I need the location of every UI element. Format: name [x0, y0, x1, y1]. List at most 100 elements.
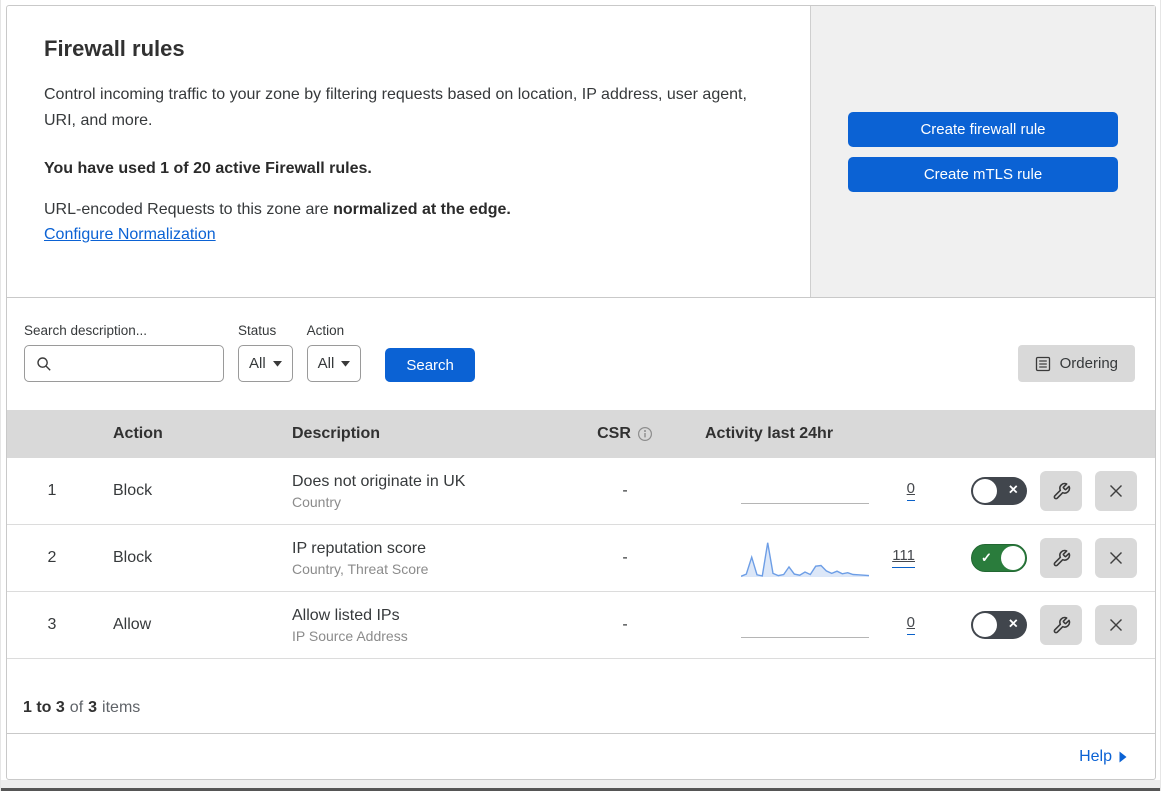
rule-priority: 3	[47, 616, 57, 633]
search-button[interactable]: Search	[385, 348, 475, 382]
rule-controls: ×	[945, 605, 1155, 645]
ordering-button-label: Ordering	[1059, 355, 1118, 372]
toggle-knob	[973, 613, 997, 637]
rule-criteria: Country, Threat Score	[292, 560, 429, 577]
rule-activity-cell: 0	[685, 604, 945, 646]
column-header-activity: Activity last 24hr	[705, 425, 834, 442]
rule-priority: 1	[47, 482, 57, 499]
configure-normalization-link[interactable]: Configure Normalization	[44, 226, 216, 244]
items-count: 1 to 3 of 3 items	[23, 699, 140, 717]
arrow-right-icon	[1119, 751, 1127, 763]
table-row: 1 Block Does not originate in UK Country…	[7, 458, 1155, 525]
activity-count-link[interactable]: 111	[892, 547, 915, 569]
action-filter-group: Action All	[306, 323, 362, 382]
close-icon	[1106, 615, 1126, 635]
rule-csr-value: -	[622, 482, 628, 499]
search-icon	[36, 356, 52, 372]
status-select[interactable]: All	[238, 345, 293, 382]
items-label: items	[102, 699, 141, 716]
items-range: 1 to 3	[23, 699, 65, 716]
rule-priority: 2	[47, 549, 57, 566]
delete-rule-button[interactable]	[1095, 471, 1137, 511]
items-total: 3	[88, 699, 98, 716]
column-header-action: Action	[113, 425, 163, 442]
help-link-label: Help	[1079, 747, 1112, 765]
rule-controls: ✓	[945, 538, 1155, 578]
rule-csr-value: -	[622, 616, 628, 633]
pagination-footer: 1 to 3 of 3 items	[7, 659, 1155, 734]
rule-description: Does not originate in UK	[292, 472, 466, 490]
items-of: of	[69, 699, 84, 716]
status-filter-group: Status All	[238, 323, 293, 382]
rule-criteria: Country	[292, 493, 342, 510]
header-section: Firewall rules Control incoming traffic …	[7, 6, 1155, 298]
close-icon	[1106, 481, 1126, 501]
activity-count-link[interactable]: 0	[906, 480, 915, 502]
status-select-value: All	[249, 355, 266, 372]
rule-enabled-toggle[interactable]: ×	[971, 611, 1027, 639]
delete-rule-button[interactable]	[1095, 605, 1137, 645]
activity-sparkline-empty	[741, 604, 869, 646]
wrench-icon	[1052, 482, 1071, 501]
rule-controls: ×	[945, 471, 1155, 511]
column-header-description: Description	[292, 425, 381, 442]
action-select-value: All	[317, 355, 335, 372]
action-select[interactable]: All	[306, 345, 362, 382]
firewall-rules-panel: Firewall rules Control incoming traffic …	[6, 5, 1156, 780]
status-label: Status	[238, 323, 277, 338]
table-header: Action Description CSR Activity last 24h…	[7, 410, 1155, 458]
wrench-icon	[1052, 549, 1071, 568]
toggle-knob	[973, 479, 997, 503]
search-input-wrapper	[24, 345, 224, 382]
rule-activity-cell: 111	[685, 537, 945, 579]
edit-rule-button[interactable]	[1040, 471, 1082, 511]
chevron-down-icon	[272, 360, 282, 367]
rule-description-cell: Allow listed IPs IP Source Address	[272, 607, 565, 644]
column-header-csr: CSR	[565, 425, 685, 443]
page-title: Firewall rules	[44, 36, 185, 61]
ordering-list-icon	[1035, 356, 1051, 372]
edit-rule-button[interactable]	[1040, 538, 1082, 578]
usage-note: You have used 1 of 20 active Firewall ru…	[44, 159, 372, 177]
search-input[interactable]	[60, 355, 215, 372]
toggle-state-icon: ×	[1008, 481, 1018, 499]
intro-block: Firewall rules Control incoming traffic …	[7, 6, 811, 297]
create-mtls-rule-button[interactable]: Create mTLS rule	[848, 156, 1118, 192]
delete-rule-button[interactable]	[1095, 538, 1137, 578]
activity-count-link[interactable]: 0	[906, 614, 915, 636]
create-firewall-rule-button[interactable]: Create firewall rule	[848, 111, 1118, 147]
info-icon[interactable]	[637, 426, 653, 442]
rule-description-cell: Does not originate in UK Country	[272, 473, 565, 510]
activity-sparkline-empty	[741, 470, 869, 512]
normalization-text: URL-encoded Requests to this zone are	[44, 200, 334, 218]
rule-enabled-toggle[interactable]: ✓	[971, 544, 1027, 572]
window-bottom-edge	[1, 780, 1160, 791]
table-row: 3 Allow Allow listed IPs IP Source Addre…	[7, 592, 1155, 659]
activity-sparkline-chart	[741, 537, 869, 579]
csr-header-label: CSR	[597, 425, 631, 442]
rule-activity-cell: 0	[685, 470, 945, 512]
rule-action: Allow	[113, 616, 152, 633]
search-group: Search description...	[24, 323, 224, 382]
wrench-icon	[1052, 616, 1071, 635]
rule-action: Block	[113, 482, 153, 499]
page-description: Control incoming traffic to your zone by…	[44, 86, 747, 129]
rule-description: IP reputation score	[292, 539, 427, 557]
normalization-bold: normalized at the edge.	[333, 200, 511, 218]
rule-csr-value: -	[622, 549, 628, 566]
cta-panel: Create firewall rule Create mTLS rule	[811, 6, 1155, 297]
search-label: Search description...	[24, 323, 148, 338]
action-label: Action	[306, 323, 345, 338]
toggle-state-icon: ×	[1008, 615, 1018, 633]
help-bar: Help	[7, 734, 1155, 779]
table-row: 2 Block IP reputation score Country, Thr…	[7, 525, 1155, 592]
normalization-note: URL-encoded Requests to this zone are no…	[44, 201, 780, 219]
edit-rule-button[interactable]	[1040, 605, 1082, 645]
rule-enabled-toggle[interactable]: ×	[971, 477, 1027, 505]
rule-description: Allow listed IPs	[292, 606, 400, 624]
chevron-down-icon	[341, 360, 351, 367]
help-link[interactable]: Help	[1079, 748, 1127, 766]
toggle-knob	[1001, 546, 1025, 570]
ordering-button[interactable]: Ordering	[1017, 345, 1135, 382]
close-icon	[1106, 548, 1126, 568]
